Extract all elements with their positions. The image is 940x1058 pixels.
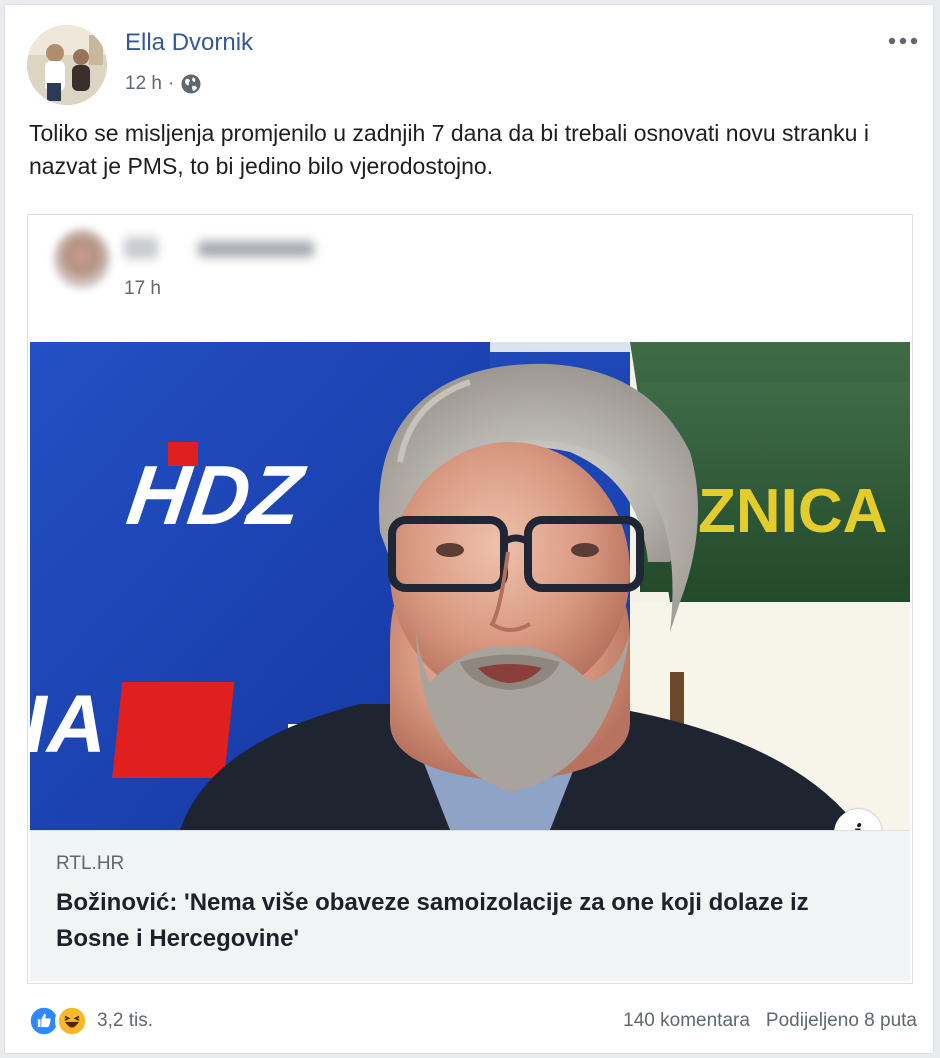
link-preview-photo[interactable]: ZNICA HDZ IA [30,342,910,830]
post-text: Toliko se misljenja promjenilo u zadnjih… [29,120,869,179]
shared-author-avatar[interactable] [54,229,110,289]
more-options-icon[interactable] [885,31,921,51]
sign-left-bottom-text: IA [30,679,106,770]
post-meta: 12 h · [125,73,202,95]
link-preview-box[interactable]: RTL.HR Božinović: 'Nema više obaveze sam… [30,830,910,981]
post-stats: 140 komentara Podijeljeno 8 puta [623,1010,917,1032]
globe-icon[interactable] [180,73,202,95]
reactions-summary[interactable]: 3,2 tis. [27,1004,153,1038]
sign-left-text: HDZ [122,448,311,542]
reaction-count: 3,2 tis. [97,1010,153,1031]
haha-icon [55,1004,89,1038]
author-avatar[interactable] [27,25,107,105]
shared-post-time[interactable]: 17 h [124,278,161,300]
link-headline[interactable]: Božinović: 'Nema više obaveze samoizolac… [56,885,876,957]
link-source: RTL.HR [56,853,125,874]
author-name[interactable]: Ella Dvornik [125,29,253,57]
shared-author-name-blurred[interactable] [124,235,324,265]
shares-count[interactable]: Podijeljeno 8 puta [766,1010,917,1032]
meta-separator: · [167,73,175,94]
shared-post: 17 h ZNICA HDZ IA RTL.HR Božinović: 'Nem… [27,214,913,984]
post-footer: 3,2 tis. 140 komentara Podijeljeno 8 put… [27,998,917,1038]
post-time[interactable]: 12 h [125,73,162,95]
sign-right-text: ZNICA [698,477,887,546]
comments-count[interactable]: 140 komentara [623,1010,750,1032]
facebook-post: Ella Dvornik 12 h · Toliko se misljenja … [4,4,934,1054]
